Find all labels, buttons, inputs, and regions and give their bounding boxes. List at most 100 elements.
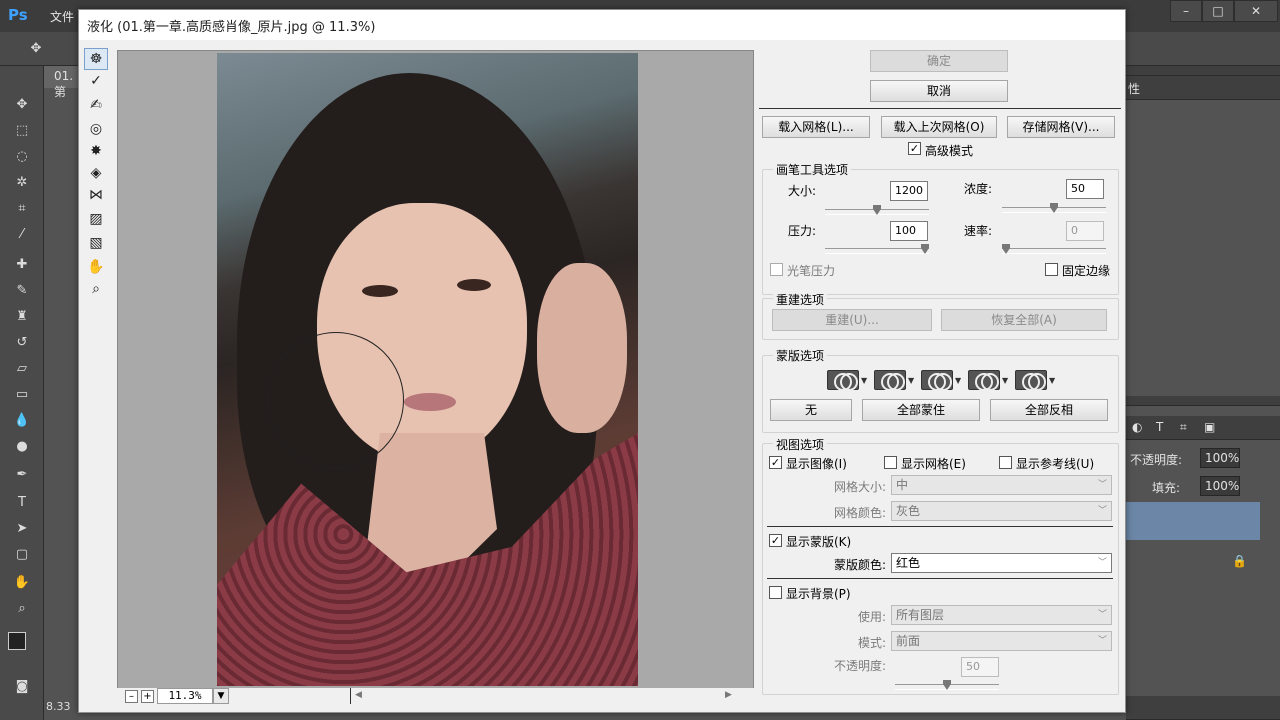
- show-backdrop-checkbox[interactable]: [769, 586, 782, 599]
- scroll-left-icon[interactable]: ◀: [355, 690, 362, 700]
- type-tool-icon[interactable]: T: [12, 494, 32, 512]
- minimize-button[interactable]: –: [1170, 0, 1202, 22]
- maximize-button[interactable]: □: [1202, 0, 1234, 22]
- hand-tool-icon[interactable]: ✋: [84, 256, 108, 278]
- size-slider-thumb[interactable]: [873, 205, 881, 215]
- bloat-tool-icon[interactable]: ◈: [84, 162, 108, 184]
- zoom-in-button[interactable]: +: [141, 690, 154, 703]
- mask-all-button[interactable]: 全部蒙住: [862, 399, 980, 421]
- path-select-icon[interactable]: ➤: [12, 520, 32, 538]
- zoom-dropdown[interactable]: ▼: [213, 688, 229, 704]
- layer-opacity-field[interactable]: 100%: [1200, 448, 1240, 468]
- smooth-tool-icon[interactable]: ✍: [84, 94, 108, 116]
- rate-slider[interactable]: [1002, 244, 1106, 254]
- quick-mask-icon[interactable]: ◙: [12, 678, 32, 696]
- thaw-mask-tool-icon[interactable]: ▧: [84, 232, 108, 254]
- zoom-out-button[interactable]: –: [125, 690, 138, 703]
- adjustment-filter-icon[interactable]: ◐: [1132, 420, 1142, 434]
- density-input[interactable]: 50: [1066, 179, 1104, 199]
- reconstruct-button[interactable]: 重建(U)...: [772, 309, 932, 331]
- move-tool-icon[interactable]: ✥: [12, 96, 32, 114]
- show-mesh-checkbox[interactable]: [884, 456, 897, 469]
- restore-all-button[interactable]: 恢复全部(A): [941, 309, 1107, 331]
- hand-tool-icon[interactable]: ✋: [12, 574, 32, 592]
- shape-tool-icon[interactable]: ▢: [12, 546, 32, 564]
- blur-tool-icon[interactable]: 💧: [12, 412, 32, 430]
- horizontal-scrollbar[interactable]: ◀ ▶: [350, 688, 750, 704]
- crop-tool-icon[interactable]: ⌗: [12, 200, 32, 218]
- push-left-tool-icon[interactable]: ⋈: [84, 184, 108, 206]
- show-guides-checkbox[interactable]: [999, 456, 1012, 469]
- smart-object-filter-icon[interactable]: ▣: [1204, 420, 1215, 434]
- forward-warp-tool-icon[interactable]: ☸: [84, 48, 108, 70]
- mask-replace-button[interactable]: ▼: [827, 369, 871, 391]
- mask-invert-button[interactable]: ▼: [1015, 369, 1059, 391]
- backdrop-opacity-input[interactable]: 50: [961, 657, 999, 677]
- advanced-mode-checkbox[interactable]: ✓: [908, 142, 921, 155]
- size-slider[interactable]: [825, 205, 929, 215]
- layer-fill-field[interactable]: 100%: [1200, 476, 1240, 496]
- density-slider-thumb[interactable]: [1050, 203, 1058, 213]
- magic-wand-icon[interactable]: ✲: [12, 174, 32, 192]
- scroll-right-icon[interactable]: ▶: [725, 690, 732, 700]
- cancel-button[interactable]: 取消: [870, 80, 1008, 102]
- backdrop-opacity-slider[interactable]: [895, 680, 999, 690]
- pucker-tool-icon[interactable]: ✸: [84, 140, 108, 162]
- properties-tab[interactable]: 性: [1128, 80, 1140, 97]
- move-tool-icon[interactable]: ✥: [26, 40, 46, 58]
- eyedropper-icon[interactable]: ⁄: [12, 226, 32, 244]
- healing-brush-icon[interactable]: ✚: [12, 256, 32, 274]
- density-label: 浓度:: [964, 182, 993, 196]
- shape-filter-icon[interactable]: ⌗: [1180, 420, 1187, 435]
- rate-input[interactable]: 0: [1066, 221, 1104, 241]
- load-last-mesh-button[interactable]: 载入上次网格(O): [881, 116, 997, 138]
- menu-file[interactable]: 文件: [50, 8, 74, 25]
- stylus-pressure-checkbox[interactable]: [770, 263, 783, 276]
- pen-tool-icon[interactable]: ✒: [12, 466, 32, 484]
- show-mask-checkbox[interactable]: ✓: [769, 534, 782, 547]
- lasso-tool-icon[interactable]: ◌: [12, 148, 32, 166]
- mode-select[interactable]: 前面 ﹀: [891, 631, 1112, 651]
- history-brush-icon[interactable]: ↺: [12, 334, 32, 352]
- rate-slider-thumb[interactable]: [1002, 244, 1010, 254]
- load-mesh-button[interactable]: 载入网格(L)...: [762, 116, 870, 138]
- mask-subtract-button[interactable]: ▼: [921, 369, 965, 391]
- close-app-button[interactable]: ✕: [1234, 0, 1278, 22]
- size-input[interactable]: 1200: [890, 181, 928, 201]
- mesh-color-label: 网格颜色:: [834, 506, 887, 520]
- ok-button[interactable]: 确定: [870, 50, 1008, 72]
- foreground-color-swatch[interactable]: [8, 632, 28, 650]
- zoom-tool-icon[interactable]: ⌕: [12, 600, 32, 618]
- save-mesh-button[interactable]: 存储网格(V)...: [1007, 116, 1115, 138]
- marquee-tool-icon[interactable]: ⬚: [12, 122, 32, 140]
- pressure-slider-thumb[interactable]: [921, 244, 929, 254]
- type-filter-icon[interactable]: T: [1156, 420, 1163, 434]
- pin-edges-checkbox[interactable]: [1045, 263, 1058, 276]
- zoom-field[interactable]: 11.3%: [157, 688, 213, 704]
- mask-options-title: 蒙版选项: [773, 347, 828, 364]
- pressure-input[interactable]: 100: [890, 221, 928, 241]
- zoom-tool-icon[interactable]: ⌕: [84, 278, 108, 300]
- backdrop-opacity-slider-thumb[interactable]: [943, 680, 951, 690]
- density-slider[interactable]: [1002, 203, 1106, 213]
- show-image-checkbox[interactable]: ✓: [769, 456, 782, 469]
- mask-color-select[interactable]: 红色 ﹀: [891, 553, 1112, 573]
- dodge-tool-icon[interactable]: ●: [12, 438, 32, 456]
- use-select[interactable]: 所有图层 ﹀: [891, 605, 1112, 625]
- selected-layer-row[interactable]: [1126, 502, 1260, 540]
- mask-none-button[interactable]: 无: [770, 399, 852, 421]
- mask-intersect-button[interactable]: ▼: [968, 369, 1012, 391]
- brush-tool-icon[interactable]: ✎: [12, 282, 32, 300]
- eraser-icon[interactable]: ▱: [12, 360, 32, 378]
- mask-add-button[interactable]: ▼: [874, 369, 918, 391]
- freeze-mask-tool-icon[interactable]: ▨: [84, 208, 108, 230]
- pressure-slider[interactable]: [825, 244, 929, 254]
- mesh-size-select[interactable]: 中 ﹀: [891, 475, 1112, 495]
- mesh-color-select[interactable]: 灰色 ﹀: [891, 501, 1112, 521]
- stamp-tool-icon[interactable]: ♜: [12, 308, 32, 326]
- twirl-tool-icon[interactable]: ◎: [84, 118, 108, 140]
- invert-all-button[interactable]: 全部反相: [990, 399, 1108, 421]
- gradient-icon[interactable]: ▭: [12, 386, 32, 404]
- reconstruct-tool-icon[interactable]: ✓: [84, 70, 108, 92]
- preview-canvas[interactable]: ▲ ▼: [117, 50, 754, 690]
